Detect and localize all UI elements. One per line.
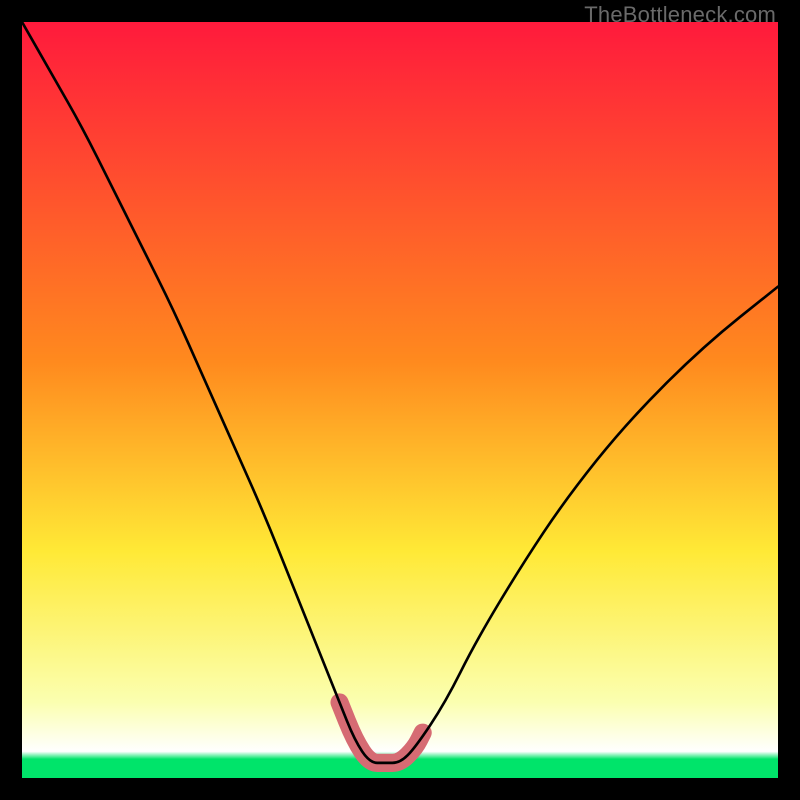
chart-frame: TheBottleneck.com xyxy=(0,0,800,800)
plot-area xyxy=(22,22,778,778)
curve-layer xyxy=(22,22,778,778)
bottleneck-curve xyxy=(22,22,778,763)
